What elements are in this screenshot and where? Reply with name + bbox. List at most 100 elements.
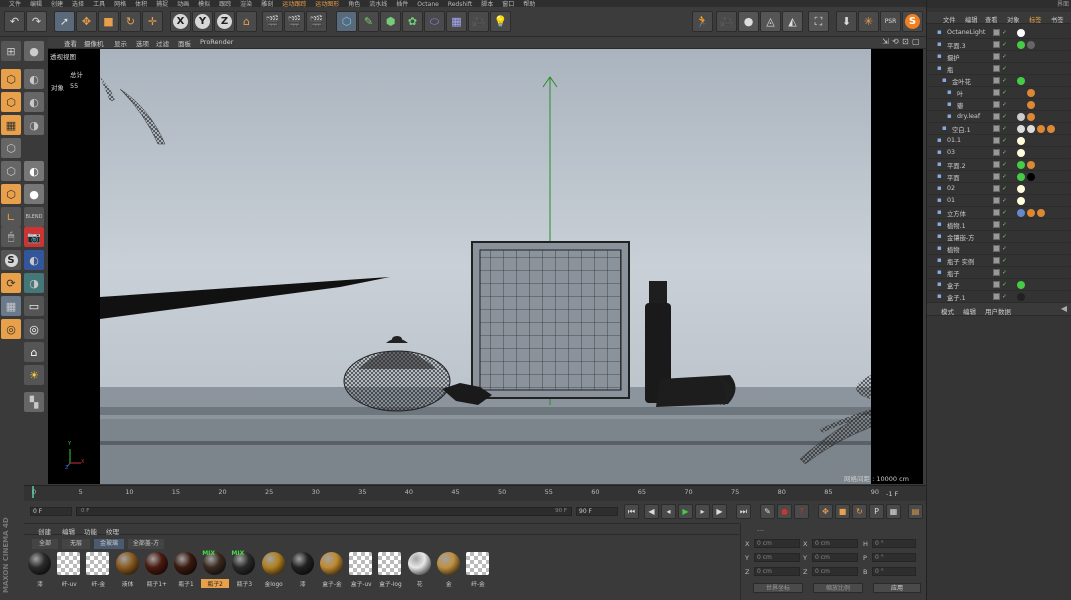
viewport-menu-item[interactable]: 查看	[64, 38, 77, 48]
visibility-checkbox[interactable]	[993, 137, 1000, 144]
object-tag-icon[interactable]	[1017, 149, 1025, 157]
enabled-check-icon[interactable]: ✓	[1002, 173, 1007, 180]
make-editable-button[interactable]: ⊞	[1, 41, 21, 61]
octane-sphere-button[interactable]: ●	[738, 11, 759, 32]
back-arrow-icon[interactable]: ◀	[1061, 304, 1067, 313]
octane-materials-button[interactable]: ◭	[782, 11, 803, 32]
target-button[interactable]: ◎	[24, 319, 44, 339]
visibility-checkbox[interactable]	[993, 293, 1000, 300]
octane-camera-button[interactable]: 🎥	[716, 11, 737, 32]
render-settings-button[interactable]: 🎬	[306, 11, 327, 32]
visibility-checkbox[interactable]	[993, 89, 1000, 96]
bake-button[interactable]: PSR	[880, 11, 901, 32]
object-manager-tab[interactable]: 编辑	[965, 15, 978, 24]
enabled-check-icon[interactable]: ✓	[1002, 281, 1007, 288]
object-row[interactable]: ▪ 平面.3 ✓	[927, 39, 1071, 51]
enabled-check-icon[interactable]: ✓	[1002, 101, 1007, 108]
viewport-nav-icon[interactable]: ⟲	[892, 37, 899, 46]
material-swatch[interactable]	[348, 552, 373, 579]
visibility-checkbox[interactable]	[993, 209, 1000, 216]
soft-selection-button[interactable]: ⬡	[1, 161, 21, 181]
visibility-checkbox[interactable]	[993, 41, 1000, 48]
go-to-end-button[interactable]: ⏭	[736, 504, 751, 519]
deformer-button[interactable]: ⬭	[424, 11, 445, 32]
visibility-checkbox[interactable]	[993, 173, 1000, 180]
preview-range-slider[interactable]: 0 F 90 F	[76, 507, 572, 516]
perspective-viewport[interactable]: 透视视图 总计 对象 55 网格间距 : 10000 cm Y X Z	[48, 49, 923, 484]
attribute-manager-tab[interactable]: 模式	[941, 306, 954, 316]
play-button[interactable]: ▶	[678, 504, 693, 519]
s-plugin-button[interactable]: S	[902, 11, 923, 32]
move-tool-button[interactable]: ✥	[76, 11, 97, 32]
enabled-check-icon[interactable]: ✓	[1002, 197, 1007, 204]
key-rotation-button[interactable]: ↻	[852, 504, 867, 519]
coord-value-field[interactable]: 0 cm	[812, 539, 858, 548]
coord-value-field[interactable]: 0 cm	[754, 539, 800, 548]
object-row[interactable]: ▪ 金叶花 ✓	[927, 75, 1071, 87]
material-swatch[interactable]: MIX	[202, 550, 227, 579]
blend-button[interactable]: BLEND	[24, 207, 44, 227]
subdivision-button[interactable]: ⬢	[380, 11, 401, 32]
material-filter-tab[interactable]: 全部	[32, 539, 58, 549]
magnet-button[interactable]: ⟳	[1, 273, 21, 293]
s-tool-button[interactable]: S	[1, 250, 21, 270]
pen-spline-button[interactable]: ✎	[358, 11, 379, 32]
edges-mode-button[interactable]: ◐	[24, 69, 44, 89]
object-tag-icon[interactable]	[1027, 101, 1035, 109]
viewport-nav-icon[interactable]: ⇲	[882, 37, 889, 46]
enabled-check-icon[interactable]: ✓	[1002, 137, 1007, 144]
texture-mode-button[interactable]: ▦	[1, 115, 21, 135]
autokey-button[interactable]: ●	[777, 504, 792, 519]
next-frame-button[interactable]: ▸	[695, 504, 710, 519]
key-scale-button[interactable]: ■	[835, 504, 850, 519]
visibility-checkbox[interactable]	[993, 245, 1000, 252]
object-manager-tab[interactable]: 文件	[943, 15, 956, 24]
end-frame-field[interactable]: 90 F	[576, 507, 618, 516]
z-axis-button[interactable]: Z	[214, 11, 235, 32]
material-swatch[interactable]: MIX	[231, 550, 256, 579]
object-mode-button[interactable]: ⬡	[1, 92, 21, 112]
object-row[interactable]: ▪ 空白.1 ✓	[927, 123, 1071, 135]
enabled-check-icon[interactable]: ✓	[1002, 29, 1007, 36]
enabled-check-icon[interactable]: ✓	[1002, 185, 1007, 192]
material-swatch[interactable]	[173, 552, 198, 579]
model-mode-button[interactable]: ⬡	[1, 69, 21, 89]
visibility-checkbox[interactable]	[993, 197, 1000, 204]
visibility-checkbox[interactable]	[993, 125, 1000, 132]
object-tag-icon[interactable]	[1027, 173, 1035, 181]
material-swatch[interactable]	[319, 552, 344, 579]
object-tag-icon[interactable]	[1037, 209, 1045, 217]
transform-tool-button[interactable]: ✛	[142, 11, 163, 32]
coord-value-field[interactable]: 0 cm	[754, 567, 800, 576]
go-to-start-button[interactable]: ⏮	[624, 504, 639, 519]
rect-light-button[interactable]: ▭	[24, 296, 44, 316]
material-menu-item[interactable]: 功能	[84, 526, 97, 536]
object-tag-icon[interactable]	[1017, 113, 1025, 121]
axis-mode-button[interactable]: ⬡	[1, 184, 21, 204]
object-manager-tab[interactable]: 查看	[985, 15, 998, 24]
object-row[interactable]: ▪ 瓣 ✓	[927, 99, 1071, 111]
viewport-nav-icon[interactable]: ⊡	[902, 37, 909, 46]
object-tag-icon[interactable]	[1017, 293, 1025, 301]
object-row[interactable]: ▪ dry.leaf ✓	[927, 111, 1071, 123]
select-tool-button[interactable]: ➚	[54, 11, 75, 32]
coordinate-system-button[interactable]: ⌂	[236, 11, 257, 32]
object-row[interactable]: ▪ 摄护 ✓	[927, 51, 1071, 63]
enabled-check-icon[interactable]: ✓	[1002, 149, 1007, 156]
enabled-check-icon[interactable]: ✓	[1002, 209, 1007, 216]
half-circle-button[interactable]: ◑	[24, 273, 44, 293]
cloner-button[interactable]: ✿	[402, 11, 423, 32]
enabled-check-icon[interactable]: ✓	[1002, 161, 1007, 168]
apply-button[interactable]: 应用	[873, 583, 921, 593]
viewport-menu-item[interactable]: 面板	[178, 38, 191, 48]
object-row[interactable]: ▪ OctaneLight ✓	[927, 27, 1071, 39]
enabled-check-icon[interactable]: ✓	[1002, 77, 1007, 84]
visibility-checkbox[interactable]	[993, 65, 1000, 72]
enabled-check-icon[interactable]: ✓	[1002, 233, 1007, 240]
redo-button[interactable]: ↷	[26, 11, 47, 32]
enabled-check-icon[interactable]: ✓	[1002, 257, 1007, 264]
octane-live-viewer-button[interactable]: 🏃	[692, 11, 713, 32]
timeline-ruler[interactable]: 0 5 10 15 20 25 30 35 40 45 50 55 60 65 70 75 80 85 90 -1 …	[24, 485, 926, 501]
current-frame-field[interactable]: 0 F	[30, 507, 72, 516]
object-row[interactable]: ▪ 盒子 ✓	[927, 279, 1071, 291]
